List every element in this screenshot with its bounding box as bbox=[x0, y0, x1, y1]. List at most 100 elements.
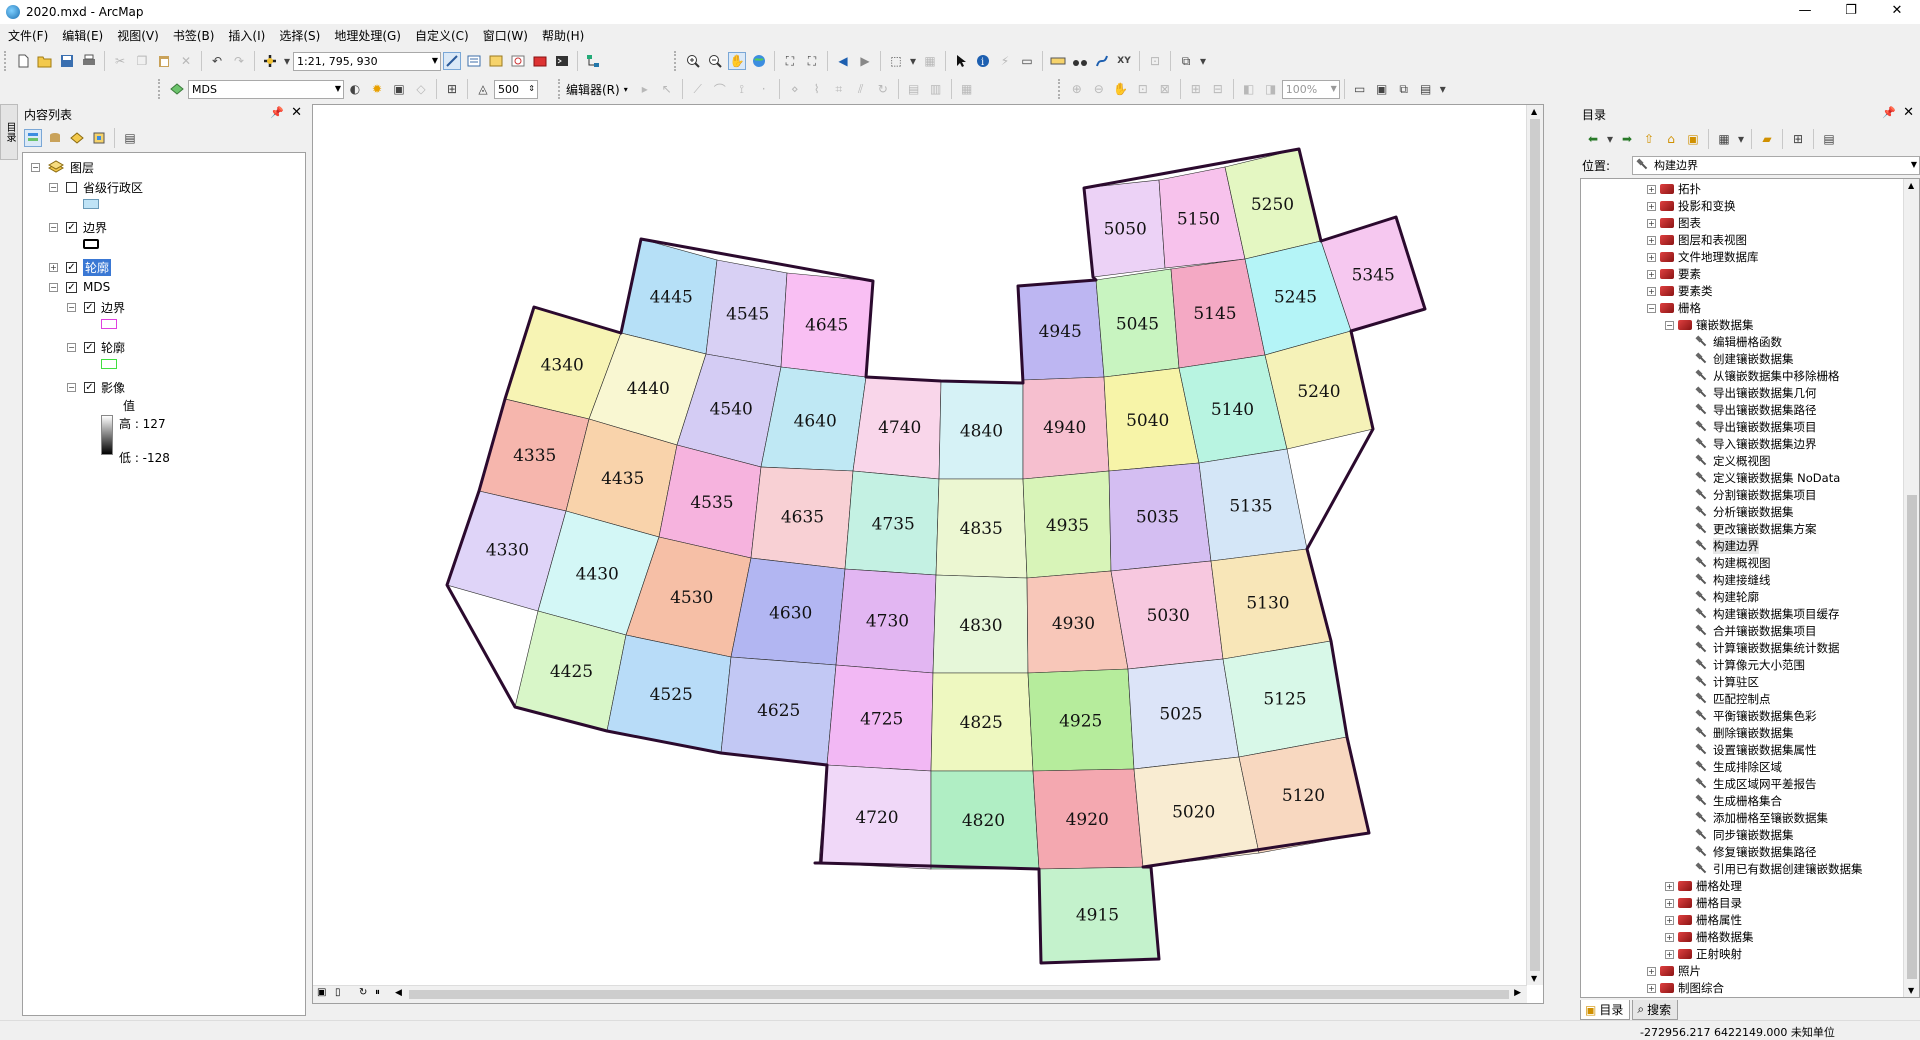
tab-catalog[interactable]: ▣ 目录 bbox=[1580, 1000, 1631, 1020]
expand-icon[interactable]: + bbox=[1647, 201, 1656, 211]
save-icon[interactable] bbox=[58, 52, 76, 70]
layers-root-row[interactable]: − 图层 bbox=[31, 159, 94, 175]
catalog-tool-item[interactable]: 计算镶嵌数据集统计数据 bbox=[1695, 640, 1840, 656]
scroll-right-icon[interactable]: ▶ bbox=[1514, 988, 1521, 998]
catalog-tool-item[interactable]: 修复镶嵌数据集路径 bbox=[1695, 844, 1817, 860]
map-view[interactable]: 5050 5150 5250 5345 4445 4545 4645 4945 5045 5145… bbox=[312, 104, 1544, 1004]
expand-icon[interactable]: + bbox=[1647, 966, 1656, 976]
tab-search[interactable]: ⌕ 搜索 bbox=[1632, 1000, 1679, 1020]
layer-row-image[interactable]: − ✓ 影像 bbox=[67, 379, 125, 395]
catalog-tool-item[interactable]: 同步镶嵌数据集 bbox=[1695, 827, 1794, 843]
catalog-tool-item[interactable]: 分析镶嵌数据集 bbox=[1695, 504, 1794, 520]
full-extent-icon[interactable] bbox=[750, 52, 768, 70]
catalog-tool-item[interactable]: 构建概视图 bbox=[1695, 555, 1771, 571]
toolbar-grip[interactable] bbox=[674, 51, 678, 71]
zoom-100-icon[interactable]: ⊠ bbox=[1156, 80, 1174, 98]
home-folder-icon[interactable]: ⌂ bbox=[1662, 130, 1680, 148]
next-extent-icon[interactable]: ◨ bbox=[1262, 80, 1280, 98]
scale-combo[interactable]: 1:21, 795, 930 ▼ bbox=[293, 51, 441, 71]
fixed-zoom-in-icon[interactable]: ⛶ bbox=[781, 52, 799, 70]
views-icon[interactable]: ▦ bbox=[1715, 130, 1733, 148]
close-button[interactable]: ✕ bbox=[1874, 0, 1920, 24]
layer-checkbox[interactable]: ✓ bbox=[66, 221, 77, 233]
toolbar-grip[interactable] bbox=[4, 51, 8, 71]
minimize-button[interactable]: — bbox=[1782, 0, 1828, 24]
catalog-toolset-item[interactable]: + 栅格属性 bbox=[1665, 912, 1742, 928]
layer-checkbox[interactable]: ✓ bbox=[84, 301, 95, 313]
trace-icon[interactable]: ⟟ bbox=[733, 80, 751, 98]
views-dropdown-icon[interactable]: ▾ bbox=[1737, 130, 1745, 148]
catalog-tool-item[interactable]: 生成栅格集合 bbox=[1695, 793, 1782, 809]
menu-view[interactable]: 视图(V) bbox=[117, 27, 159, 44]
end-point-arc-icon[interactable]: ⌒ bbox=[711, 80, 729, 98]
catalog-toolset-item[interactable]: + 栅格数据集 bbox=[1665, 929, 1754, 945]
layer-checkbox[interactable] bbox=[66, 181, 77, 193]
expand-icon[interactable]: + bbox=[1647, 252, 1656, 262]
split-icon[interactable]: ⫽ bbox=[852, 80, 870, 98]
menu-customize[interactable]: 自定义(C) bbox=[415, 27, 469, 44]
collapse-icon[interactable]: − bbox=[67, 302, 76, 312]
expand-icon[interactable]: + bbox=[1665, 881, 1674, 891]
attributes-icon[interactable]: ▤ bbox=[905, 80, 923, 98]
add-data-dropdown-icon[interactable]: ▾ bbox=[283, 52, 291, 70]
time-slider-icon[interactable]: ⊡ bbox=[1146, 52, 1164, 70]
new-document-icon[interactable] bbox=[14, 52, 32, 70]
collapse-icon[interactable]: − bbox=[49, 282, 58, 292]
scroll-thumb[interactable] bbox=[1530, 119, 1540, 971]
search-window-icon[interactable] bbox=[509, 52, 527, 70]
expand-icon[interactable]: + bbox=[1647, 286, 1656, 296]
catalog-scrollbar[interactable]: ▲ ▼ bbox=[1903, 179, 1919, 997]
expand-icon[interactable]: + bbox=[1647, 235, 1656, 245]
list-by-source-icon[interactable] bbox=[46, 129, 64, 147]
clear-selection-icon[interactable]: ▦ bbox=[921, 52, 939, 70]
layer-checkbox[interactable]: ✓ bbox=[66, 261, 77, 273]
html-popup-icon[interactable]: ▭ bbox=[1018, 52, 1036, 70]
editor-toolbar-icon[interactable] bbox=[443, 52, 461, 70]
go-back-icon[interactable]: ◀ bbox=[834, 52, 852, 70]
list-by-visibility-icon[interactable] bbox=[68, 129, 86, 147]
open-folder-icon[interactable] bbox=[36, 52, 54, 70]
scroll-thumb[interactable] bbox=[409, 990, 1509, 999]
back-arrow-icon[interactable]: ⬅ bbox=[1584, 130, 1602, 148]
previous-extent-icon[interactable]: ◧ bbox=[1240, 80, 1258, 98]
focus-data-frame-icon[interactable]: ▣ bbox=[1373, 80, 1391, 98]
redo-icon[interactable]: ↷ bbox=[230, 52, 248, 70]
cut-polygons-icon[interactable]: ⌗ bbox=[830, 80, 848, 98]
map-vertical-scrollbar[interactable]: ▲ ▼ bbox=[1526, 105, 1543, 985]
layer-row-mds-outline[interactable]: − ✓ 轮廓 bbox=[67, 339, 125, 355]
scroll-left-icon[interactable]: ◀ bbox=[395, 988, 402, 998]
zoom-in-icon[interactable] bbox=[684, 52, 702, 70]
catalog-toolset-item[interactable]: − 镶嵌数据集 bbox=[1665, 317, 1754, 333]
contrast-icon[interactable]: ◐ bbox=[346, 80, 364, 98]
catalog-toolset-item[interactable]: + 正射映射 bbox=[1665, 946, 1742, 962]
layer-row-mds-boundary[interactable]: − ✓ 边界 bbox=[67, 299, 125, 315]
edit-vertices-icon[interactable]: ⋄ bbox=[786, 80, 804, 98]
pin-icon[interactable]: 📌 bbox=[270, 106, 284, 119]
go-forward-icon[interactable]: ▶ bbox=[856, 52, 874, 70]
fixed-zoom-out-layout-icon[interactable]: ⊟ bbox=[1209, 80, 1227, 98]
collapse-icon[interactable]: − bbox=[49, 222, 58, 232]
find-route-icon[interactable] bbox=[1093, 52, 1111, 70]
catalog-tool-item[interactable]: 构建接缝线 bbox=[1695, 572, 1771, 588]
outline-symbol[interactable] bbox=[83, 239, 99, 249]
toolbar-grip[interactable] bbox=[558, 79, 562, 99]
size-input[interactable]: 500 ⇕ bbox=[494, 79, 538, 99]
catalog-toolset-item[interactable]: + 照片 bbox=[1647, 963, 1701, 979]
point-icon[interactable]: · bbox=[755, 80, 773, 98]
catalog-tool-item[interactable]: 构建镶嵌数据集项目缓存 bbox=[1695, 606, 1840, 622]
zoom-whole-page-icon[interactable]: ⊡ bbox=[1134, 80, 1152, 98]
footprint-symbol[interactable] bbox=[101, 359, 117, 369]
rotate-icon[interactable]: ↻ bbox=[874, 80, 892, 98]
scroll-thumb[interactable] bbox=[1907, 495, 1917, 979]
select-dropdown-icon[interactable]: ▾ bbox=[909, 52, 917, 70]
hyperlink-icon[interactable]: ⚡ bbox=[996, 52, 1014, 70]
catalog-toolset-item[interactable]: + 制图综合 bbox=[1647, 980, 1724, 996]
straight-segment-icon[interactable]: ⟋ bbox=[689, 80, 707, 98]
catalog-tool-item[interactable]: 分割镶嵌数据集项目 bbox=[1695, 487, 1817, 503]
catalog-tool-item[interactable]: 编辑栅格函数 bbox=[1695, 334, 1782, 350]
editor-dropdown-icon[interactable]: ▾ bbox=[624, 85, 628, 94]
model-builder-icon[interactable] bbox=[584, 52, 602, 70]
catalog-options-icon[interactable]: ▤ bbox=[1820, 130, 1838, 148]
catalog-tool-item[interactable]: 引用已有数据创建镶嵌数据集 bbox=[1695, 861, 1863, 877]
create-viewer-window-icon[interactable]: ⧉ bbox=[1177, 52, 1195, 70]
